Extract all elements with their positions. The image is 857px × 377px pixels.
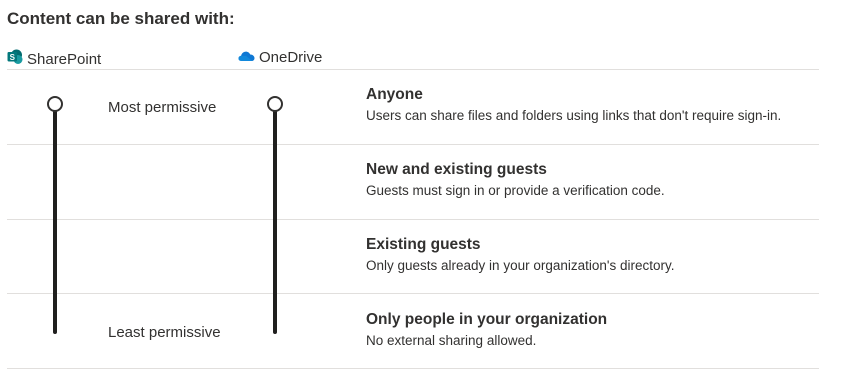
level-title-only-people-in-org: Only people in your organization <box>366 311 608 328</box>
level-desc-only-people-in-org: No external sharing allowed. <box>366 333 537 348</box>
divider <box>7 293 819 294</box>
divider <box>7 368 819 369</box>
sharepoint-slider-thumb[interactable] <box>47 96 63 112</box>
level-title-new-and-existing-guests: New and existing guests <box>366 161 547 178</box>
divider <box>7 144 819 145</box>
onedrive-label: OneDrive <box>238 49 322 66</box>
level-title-anyone: Anyone <box>366 86 423 103</box>
level-desc-anyone: Users can share files and folders using … <box>366 108 782 123</box>
onedrive-slider-track[interactable] <box>273 108 277 334</box>
sharepoint-slider-track[interactable] <box>53 108 57 334</box>
sharepoint-icon: S <box>7 49 23 69</box>
level-title-existing-guests: Existing guests <box>366 236 481 253</box>
least-permissive-label: Least permissive <box>108 324 221 341</box>
level-desc-existing-guests: Only guests already in your organization… <box>366 258 675 273</box>
most-permissive-label: Most permissive <box>108 99 217 116</box>
section-heading: Content can be shared with: <box>7 9 235 28</box>
svg-text:S: S <box>10 53 16 62</box>
onedrive-icon <box>238 49 255 66</box>
level-desc-new-and-existing-guests: Guests must sign in or provide a verific… <box>366 183 665 198</box>
onedrive-slider-thumb[interactable] <box>267 96 283 112</box>
onedrive-label-text: OneDrive <box>259 49 323 66</box>
sharepoint-label-text: SharePoint <box>27 50 102 68</box>
divider <box>7 69 819 70</box>
sharepoint-label: S SharePoint <box>7 49 101 69</box>
divider <box>7 219 819 220</box>
